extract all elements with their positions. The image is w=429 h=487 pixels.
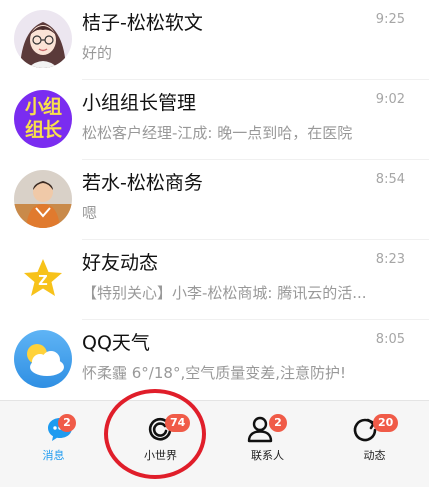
tab-label: 动态	[363, 449, 386, 462]
unread-badge: 74	[165, 414, 191, 432]
group-avatar-text-line: 小组	[24, 96, 62, 118]
chat-name: QQ天气	[82, 332, 150, 354]
chat-time: 8:23	[375, 252, 405, 267]
tab-updates[interactable]: 20 动态	[321, 401, 428, 487]
tab-small-world[interactable]: 74 小世界	[107, 401, 214, 487]
chat-name: 好友动态	[82, 252, 159, 274]
chat-row-friend-feed[interactable]: Z 好友动态 【特别关心】小李-松松商城: 腾讯云的活... 8:23	[0, 240, 429, 320]
chat-list: 桔子-松松软文 好的 9:25 小组 组长 小组组长管理 松松客户经理-江成: 晚…	[0, 0, 429, 400]
group-text-avatar: 小组 组长	[14, 90, 72, 148]
chat-time: 9:25	[375, 12, 405, 27]
tab-label: 小世界	[144, 449, 177, 462]
chat-preview: 好的	[82, 44, 113, 62]
chat-row-group-leader[interactable]: 小组 组长 小组组长管理 松松客户经理-江成: 晚一点到哈，在医院 9:02	[0, 80, 429, 160]
girl-illustration-avatar	[14, 10, 72, 68]
chat-name: 桔子-松松软文	[82, 12, 203, 34]
tab-label: 联系人	[251, 449, 284, 462]
svg-text:Z: Z	[38, 274, 47, 289]
chat-name: 小组组长管理	[82, 92, 197, 114]
unread-badge: 2	[58, 414, 76, 432]
group-avatar-text: 小组 组长	[14, 96, 72, 142]
tab-messages[interactable]: 2 消息	[0, 401, 107, 487]
tab-contacts[interactable]: 2 联系人	[214, 401, 321, 487]
chat-time: 8:54	[375, 172, 405, 187]
chat-row-qq-weather[interactable]: QQ天气 怀柔霾 6°/18°,空气质量变差,注意防护! 8:05	[0, 320, 429, 400]
chat-preview: 嗯	[82, 204, 98, 222]
chat-preview: 【特别关心】小李-松松商城: 腾讯云的活...	[82, 284, 367, 302]
bottom-tab-bar: 2 消息 74 小世界 2 联系人 20 动态	[0, 400, 429, 487]
star-icon-avatar: Z	[14, 250, 72, 308]
chat-preview: 怀柔霾 6°/18°,空气质量变差,注意防护!	[82, 364, 347, 382]
qq-message-screen: 桔子-松松软文 好的 9:25 小组 组长 小组组长管理 松松客户经理-江成: 晚…	[0, 0, 429, 487]
unread-badge: 2	[269, 414, 287, 432]
tab-label: 消息	[42, 449, 65, 462]
woman-photo-avatar	[14, 170, 72, 228]
chat-preview: 松松客户经理-江成: 晚一点到哈，在医院	[82, 124, 353, 142]
chat-name: 若水-松松商务	[82, 172, 203, 194]
chat-row-juzi[interactable]: 桔子-松松软文 好的 9:25	[0, 0, 429, 80]
chat-row-ruoshui[interactable]: 若水-松松商务 嗯 8:54	[0, 160, 429, 240]
weather-icon-avatar	[14, 330, 72, 388]
chat-time: 9:02	[375, 92, 405, 107]
chat-time: 8:05	[375, 332, 405, 347]
unread-badge: 20	[373, 414, 399, 432]
group-avatar-text-line: 组长	[24, 119, 62, 141]
